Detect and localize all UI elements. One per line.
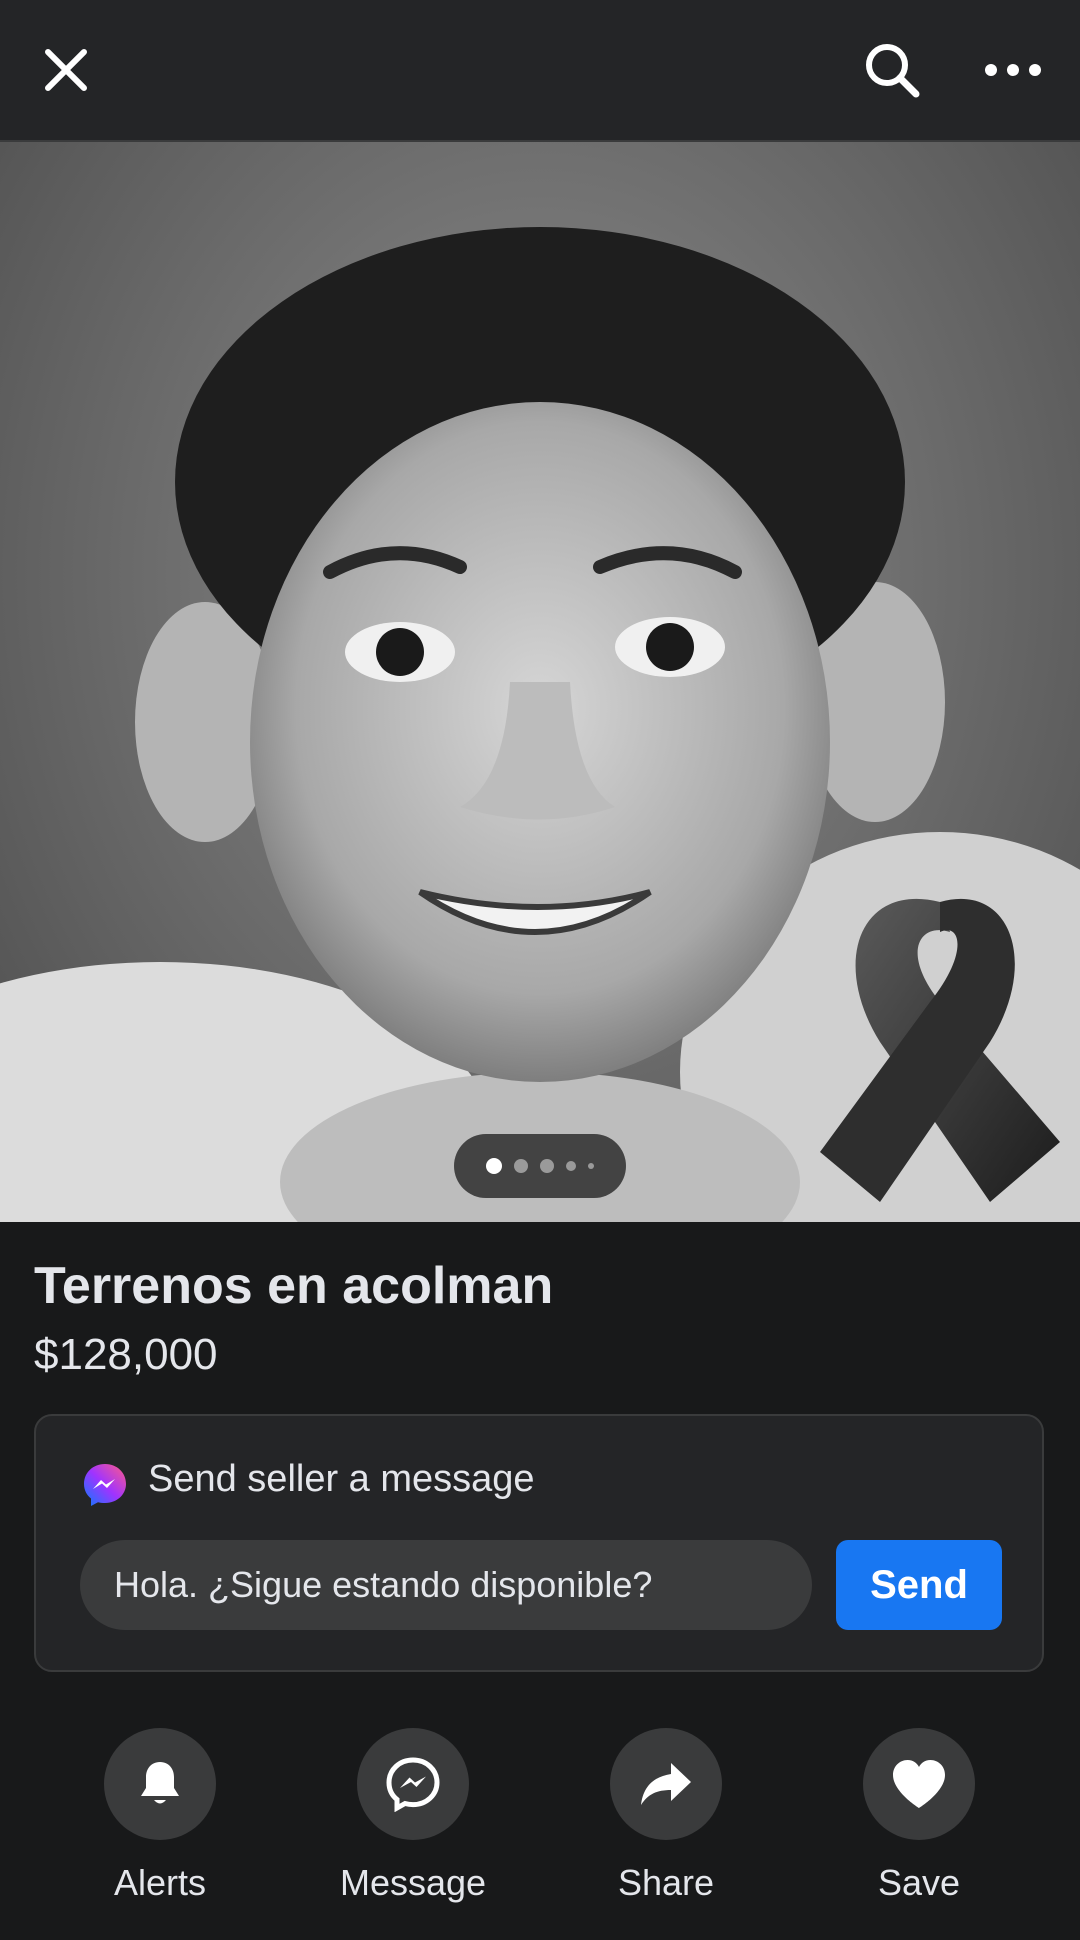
share-button[interactable]: Share	[566, 1728, 766, 1904]
close-icon	[45, 49, 87, 91]
listing-photo[interactable]	[0, 142, 1080, 1222]
heart-icon	[893, 1760, 945, 1808]
pager-dot	[566, 1161, 576, 1171]
share-arrow-icon	[641, 1763, 691, 1805]
alerts-button[interactable]: Alerts	[60, 1728, 260, 1904]
pager-dot	[540, 1159, 554, 1173]
save-label: Save	[877, 1862, 961, 1903]
close-button[interactable]	[26, 30, 106, 110]
more-options-button[interactable]	[973, 30, 1053, 110]
more-icon	[985, 64, 1041, 76]
listing-title: Terrenos en acolman	[34, 1257, 554, 1315]
pager-dot	[588, 1163, 594, 1169]
message-button[interactable]: Message	[313, 1728, 513, 1904]
share-label: Share	[617, 1862, 715, 1903]
search-button[interactable]	[852, 30, 932, 110]
save-button[interactable]: Save	[819, 1728, 1019, 1904]
send-button[interactable]: Send	[836, 1540, 1002, 1630]
search-icon	[866, 44, 920, 98]
alerts-label: Alerts	[113, 1862, 207, 1903]
listing-price: $128,000	[34, 1330, 218, 1379]
messenger-icon	[386, 1757, 440, 1812]
message-card-title: Send seller a message	[148, 1458, 535, 1500]
top-bar	[0, 0, 1080, 142]
portrait-image	[0, 227, 1080, 1222]
message-seller-card: Send seller a message Send	[34, 1414, 1044, 1672]
listing-actions: Alerts Message Share Save	[0, 1728, 1080, 1908]
bell-icon	[141, 1762, 179, 1804]
message-input[interactable]	[80, 1540, 812, 1630]
pager-dot-active	[486, 1158, 502, 1174]
pager-dot	[514, 1159, 528, 1173]
photo-pager[interactable]	[454, 1134, 626, 1198]
messenger-icon	[84, 1464, 126, 1506]
message-label: Message	[339, 1862, 487, 1903]
